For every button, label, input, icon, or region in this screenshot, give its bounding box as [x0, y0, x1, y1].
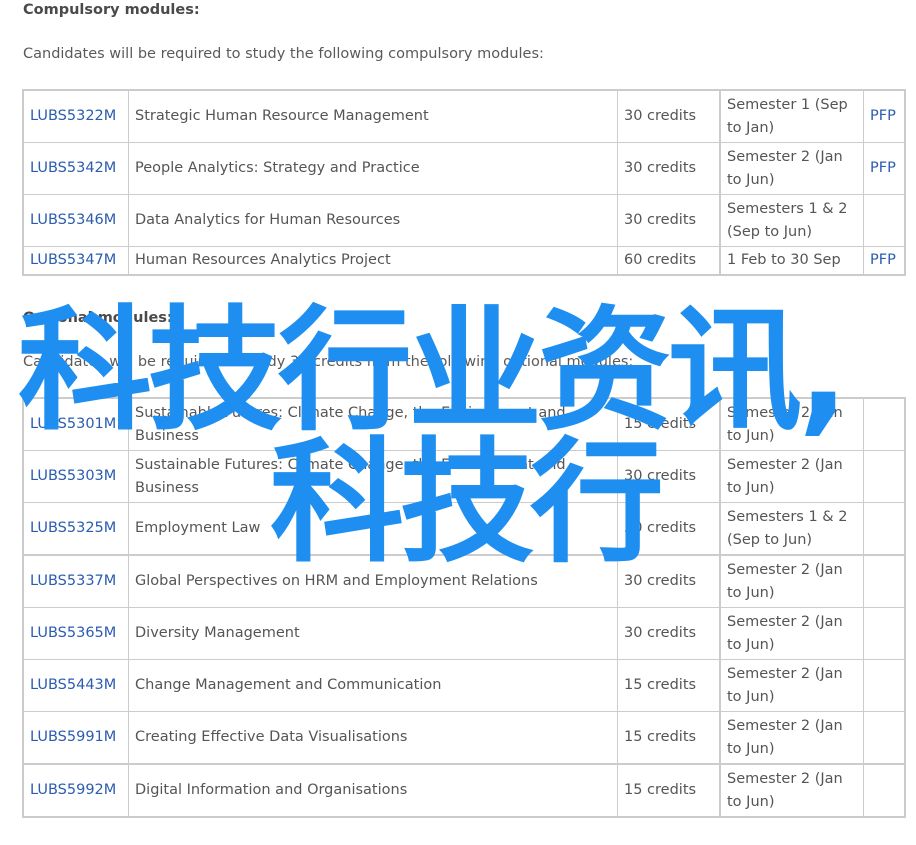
- module-title: Global Perspectives on HRM and Employmen…: [128, 554, 618, 608]
- module-title: People Analytics: Strategy and Practice: [128, 142, 618, 195]
- module-semester: Semesters 1 & 2 (Sep to Jun): [719, 194, 864, 247]
- table-row: LUBS5301M Sustainable Futures: Climate C…: [22, 397, 906, 451]
- module-title: Employment Law: [128, 502, 618, 556]
- module-semester: Semester 2 (Jan to Jun): [719, 763, 864, 818]
- table-row: LUBS5342M People Analytics: Strategy and…: [22, 142, 906, 195]
- module-code-link[interactable]: LUBS5342M: [30, 160, 116, 176]
- module-code-link[interactable]: LUBS5337M: [30, 573, 116, 589]
- module-title: Strategic Human Resource Management: [128, 89, 618, 143]
- module-code-link[interactable]: LUBS5347M: [30, 252, 116, 268]
- pfp-cell-empty: [863, 659, 906, 712]
- module-credits: 30 credits: [617, 142, 721, 195]
- pfp-cell-empty: [863, 397, 906, 451]
- module-code-link[interactable]: LUBS5346M: [30, 212, 116, 228]
- module-code-link[interactable]: LUBS5322M: [30, 108, 116, 124]
- module-credits: 30 credits: [617, 554, 721, 608]
- table-row: LUBS5322M Strategic Human Resource Manag…: [22, 89, 906, 143]
- module-semester: Semester 2 (Jan to Jun): [719, 659, 864, 712]
- optional-modules-intro: Candidates will be required to study 30 …: [23, 354, 634, 370]
- module-credits: 30 credits: [617, 450, 721, 503]
- table-row: LUBS5991M Creating Effective Data Visual…: [22, 711, 906, 765]
- pfp-link[interactable]: PFP: [870, 160, 896, 176]
- module-title: Sustainable Futures: Climate Change, the…: [128, 397, 618, 451]
- module-credits: 60 credits: [617, 246, 721, 276]
- module-title: Data Analytics for Human Resources: [128, 194, 618, 247]
- optional-modules-table: LUBS5301M Sustainable Futures: Climate C…: [22, 397, 906, 818]
- module-semester: 1 Feb to 30 Sep: [719, 246, 864, 276]
- module-credits: 15 credits: [617, 711, 721, 765]
- module-credits: 30 credits: [617, 502, 721, 556]
- optional-modules-heading: Optional modules:: [23, 310, 173, 326]
- module-credits: 30 credits: [617, 607, 721, 660]
- module-code-link[interactable]: LUBS5365M: [30, 625, 116, 641]
- pfp-cell-empty: [863, 450, 906, 503]
- module-code-link[interactable]: LUBS5301M: [30, 416, 116, 432]
- table-row: LUBS5443M Change Management and Communic…: [22, 659, 906, 712]
- module-semester: Semester 2 (Jan to Jun): [719, 711, 864, 765]
- table-row: LUBS5347M Human Resources Analytics Proj…: [22, 246, 906, 276]
- module-title: Change Management and Communication: [128, 659, 618, 712]
- module-code-link[interactable]: LUBS5992M: [30, 782, 116, 798]
- module-semester: Semester 2 (Jan to Jun): [719, 397, 864, 451]
- module-semester: Semester 1 (Sep to Jan): [719, 89, 864, 143]
- module-semester: Semester 2 (Jan to Jun): [719, 607, 864, 660]
- compulsory-modules-intro: Candidates will be required to study the…: [23, 46, 544, 62]
- pfp-cell-empty: [863, 194, 906, 247]
- table-row: LUBS5346M Data Analytics for Human Resou…: [22, 194, 906, 247]
- module-semester: Semester 2 (Jan to Jun): [719, 554, 864, 608]
- module-semester: Semester 2 (Jan to Jun): [719, 142, 864, 195]
- module-title: Human Resources Analytics Project: [128, 246, 618, 276]
- pfp-link[interactable]: PFP: [870, 108, 896, 124]
- table-row: LUBS5325M Employment Law 30 credits Seme…: [22, 502, 906, 556]
- pfp-link[interactable]: PFP: [870, 252, 896, 268]
- table-row: LUBS5992M Digital Information and Organi…: [22, 763, 906, 818]
- module-code-link[interactable]: LUBS5991M: [30, 729, 116, 745]
- module-title: Digital Information and Organisations: [128, 763, 618, 818]
- table-row: LUBS5337M Global Perspectives on HRM and…: [22, 554, 906, 608]
- module-title: Creating Effective Data Visualisations: [128, 711, 618, 765]
- module-credits: 15 credits: [617, 763, 721, 818]
- module-credits: 30 credits: [617, 89, 721, 143]
- module-semester: Semesters 1 & 2 (Sep to Jun): [719, 502, 864, 556]
- pfp-cell-empty: [863, 502, 906, 556]
- module-code-link[interactable]: LUBS5443M: [30, 677, 116, 693]
- module-credits: 15 credits: [617, 397, 721, 451]
- module-credits: 15 credits: [617, 659, 721, 712]
- module-title: Diversity Management: [128, 607, 618, 660]
- module-semester: Semester 2 (Jan to Jun): [719, 450, 864, 503]
- table-row: LUBS5303M Sustainable Futures: Climate C…: [22, 450, 906, 503]
- pfp-cell-empty: [863, 607, 906, 660]
- pfp-cell-empty: [863, 554, 906, 608]
- compulsory-modules-table: LUBS5322M Strategic Human Resource Manag…: [22, 89, 906, 276]
- module-code-link[interactable]: LUBS5303M: [30, 468, 116, 484]
- pfp-cell-empty: [863, 763, 906, 818]
- compulsory-modules-heading: Compulsory modules:: [23, 2, 200, 18]
- table-row: LUBS5365M Diversity Management 30 credit…: [22, 607, 906, 660]
- module-title: Sustainable Futures: Climate Change, the…: [128, 450, 618, 503]
- module-code-link[interactable]: LUBS5325M: [30, 520, 116, 536]
- pfp-cell-empty: [863, 711, 906, 765]
- module-credits: 30 credits: [617, 194, 721, 247]
